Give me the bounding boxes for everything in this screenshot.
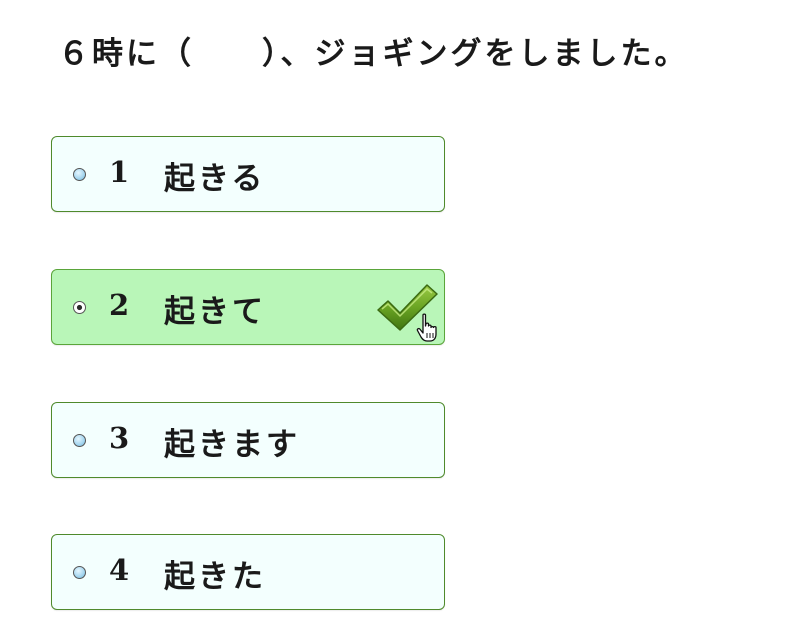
option-number: 2 <box>109 288 130 322</box>
radio-icon[interactable] <box>73 566 86 579</box>
option-number: 4 <box>109 553 130 587</box>
option-3[interactable]: 3 起きます <box>51 402 445 478</box>
option-2[interactable]: 2 起きて <box>51 269 445 345</box>
option-label: 起きます <box>164 427 300 463</box>
radio-icon[interactable] <box>73 434 86 447</box>
option-label: 起きる <box>164 161 266 197</box>
radio-icon[interactable] <box>73 301 86 314</box>
radio-icon[interactable] <box>73 168 86 181</box>
option-1[interactable]: 1 起きる <box>51 136 445 212</box>
option-number: 3 <box>109 421 130 455</box>
hand-pointer-icon <box>416 313 437 342</box>
option-4[interactable]: 4 起きた <box>51 534 445 610</box>
question-text: ６時に（ ）、ジョギングをしました。 <box>58 36 689 72</box>
option-number: 1 <box>109 155 130 189</box>
option-label: 起きた <box>164 559 266 595</box>
option-label: 起きて <box>164 294 266 330</box>
